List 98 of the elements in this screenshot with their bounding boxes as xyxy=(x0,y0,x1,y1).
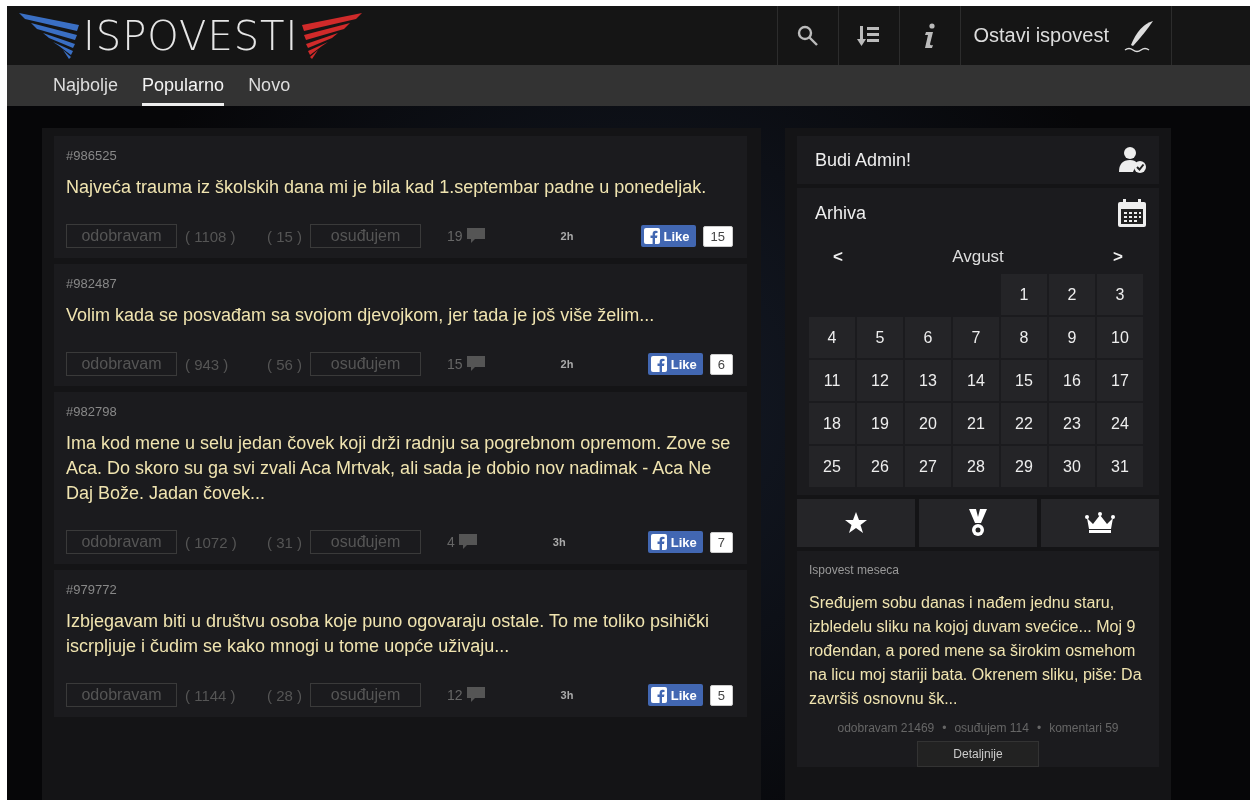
calendar-day[interactable]: 7 xyxy=(953,317,999,358)
site-logo[interactable]: ISPOVESTI xyxy=(83,12,299,59)
panel-title: Ispovest meseca xyxy=(809,563,901,577)
stat-text: komentari 59 xyxy=(1049,721,1119,735)
panel-title: Arhiva xyxy=(815,202,867,224)
facebook-icon xyxy=(643,228,660,244)
like-count: 15 xyxy=(702,225,733,247)
calendar-day[interactable]: 22 xyxy=(1001,403,1047,444)
condemn-count: ( 28 ) xyxy=(267,686,302,704)
user-check-icon xyxy=(1119,146,1147,174)
separator-dot: • xyxy=(942,721,947,735)
calendar-day[interactable]: 2 xyxy=(1049,274,1095,315)
calendar-day[interactable]: 8 xyxy=(1001,317,1047,358)
like-count: 6 xyxy=(709,353,733,375)
calendar-day[interactable]: 13 xyxy=(905,360,951,401)
facebook-icon xyxy=(650,356,667,372)
crown-icon xyxy=(1085,512,1115,534)
facebook-icon xyxy=(650,534,667,550)
approve-count: ( 1108 ) xyxy=(185,227,237,245)
calendar-day[interactable]: 11 xyxy=(809,360,855,401)
nav-tab[interactable]: Najbolje xyxy=(53,65,119,106)
submit-confession-button[interactable]: Ostavi ispovest xyxy=(960,6,1172,65)
comment-icon xyxy=(458,534,477,550)
calendar-day[interactable]: 14 xyxy=(953,360,999,401)
comment-icon xyxy=(466,228,485,244)
month-title: Avgust xyxy=(952,247,1004,267)
like-count: 5 xyxy=(709,684,733,706)
calendar-icon xyxy=(1117,198,1147,228)
calendar-day[interactable]: 6 xyxy=(905,317,951,358)
condemn-count: ( 56 ) xyxy=(267,355,302,373)
post-id: #982798 xyxy=(66,404,118,419)
post-age: 2h xyxy=(560,230,574,242)
award-tab[interactable] xyxy=(797,499,915,547)
calendar-day[interactable]: 25 xyxy=(809,446,855,487)
calendar-day[interactable]: 19 xyxy=(857,403,903,444)
calendar-day[interactable]: 29 xyxy=(1001,446,1047,487)
like-count: 7 xyxy=(709,531,733,553)
calendar-day[interactable]: 26 xyxy=(857,446,903,487)
calendar-day[interactable]: 27 xyxy=(905,446,951,487)
previous-month-button[interactable]: < xyxy=(827,246,849,268)
like-button[interactable]: Like xyxy=(640,225,696,247)
star-icon xyxy=(844,511,868,535)
confession-text: Sređujem sobu danas i nađem jednu staru, izbledelu sliku na kojoj duvam svećice... Moj 9 rođendan, a pored mene sa širokim osmehom na licu moj stariji bata. Okrenem sliku, piše: Da završiš osnovnu šk... xyxy=(809,593,1143,709)
calendar-day[interactable]: 12 xyxy=(857,360,903,401)
calendar-day[interactable]: 15 xyxy=(1001,360,1047,401)
award-tab[interactable] xyxy=(1041,499,1159,547)
separator-dot: • xyxy=(1036,721,1042,735)
comment-count: 4 xyxy=(447,534,455,550)
award-tab[interactable] xyxy=(919,499,1037,547)
calendar-day[interactable]: 20 xyxy=(905,403,951,444)
post-id: #982487 xyxy=(66,276,118,291)
condemn-count: ( 31 ) xyxy=(267,533,302,551)
like-button[interactable]: Like xyxy=(647,684,703,706)
approve-count: ( 1144 ) xyxy=(185,686,237,704)
info-icon xyxy=(923,22,938,49)
post-text: Ima kod mene u selu jedan čovek koji drži radnju sa pogrebnom opremom. Zove se Aca. Do skoro su ga svi zvali Aca Mrtvak, ali sada je dobio nov nadimak - Aca Ne Daj Bože. Jadan čovek... xyxy=(66,432,732,505)
calendar-day[interactable]: 3 xyxy=(1097,274,1143,315)
comment-count: 19 xyxy=(447,228,463,244)
like-button[interactable]: Like xyxy=(647,531,703,553)
comment-count: 12 xyxy=(447,687,463,703)
post-age: 3h xyxy=(560,689,574,701)
comment-icon xyxy=(466,687,485,703)
sort-icon xyxy=(857,23,882,48)
post-age: 2h xyxy=(560,358,574,370)
medal-icon xyxy=(969,509,987,537)
post-text: Izbjegavam biti u društvu osoba koje puno ogovaraju ostale. To me toliko psihički iscrpljuje i čudim se kako mnogi u tome uopće uživaju... xyxy=(66,610,711,658)
calendar-day[interactable]: 28 xyxy=(953,446,999,487)
calendar-day[interactable]: 5 xyxy=(857,317,903,358)
calendar-day[interactable]: 23 xyxy=(1049,403,1095,444)
calendar-day[interactable]: 17 xyxy=(1097,360,1143,401)
post-text: Najveća trauma iz školskih dana mi je bila kad 1.septembar padne u ponedeljak. xyxy=(66,176,708,199)
facebook-icon xyxy=(650,687,667,703)
approve-count: ( 943 ) xyxy=(185,355,230,373)
post-age: 3h xyxy=(552,536,566,548)
stat-text: osuđujem 114 xyxy=(954,721,1029,735)
details-button[interactable]: Detaljnije xyxy=(917,741,1039,767)
next-month-button[interactable]: > xyxy=(1107,246,1129,268)
post-text: Volim kada se posvađam sa svojom djevojkom, jer tada je još više želim... xyxy=(66,304,656,327)
panel-title: Budi Admin! xyxy=(815,149,912,171)
post-id: #979772 xyxy=(66,582,118,597)
calendar-day[interactable]: 24 xyxy=(1097,403,1143,444)
nav-tab[interactable]: Novo xyxy=(248,65,291,106)
post-id: #986525 xyxy=(66,148,118,163)
calendar-day[interactable]: 16 xyxy=(1049,360,1095,401)
calendar-day[interactable]: 30 xyxy=(1049,446,1095,487)
like-button[interactable]: Like xyxy=(647,353,703,375)
calendar-day[interactable]: 18 xyxy=(809,403,855,444)
approve-count: ( 1072 ) xyxy=(185,533,238,551)
calendar-day[interactable]: 21 xyxy=(953,403,999,444)
calendar-day[interactable]: 10 xyxy=(1097,317,1143,358)
comment-count: 15 xyxy=(447,356,463,372)
calendar-day[interactable]: 31 xyxy=(1097,446,1143,487)
stat-text: odobravam 21469 xyxy=(837,721,935,735)
calendar-day[interactable]: 9 xyxy=(1049,317,1095,358)
calendar-day[interactable]: 1 xyxy=(1001,274,1047,315)
condemn-count: ( 15 ) xyxy=(267,227,302,245)
calendar-day[interactable]: 4 xyxy=(809,317,855,358)
comment-icon xyxy=(466,356,485,372)
